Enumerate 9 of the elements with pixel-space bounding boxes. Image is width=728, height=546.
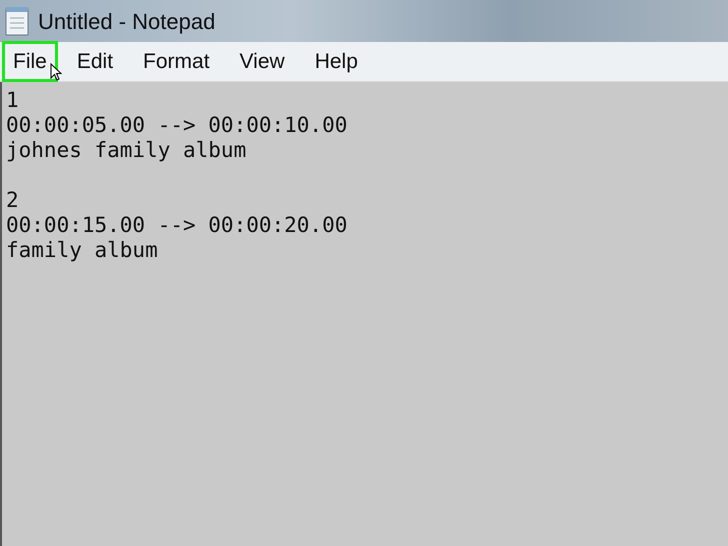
menu-item[interactable]: Edit	[66, 40, 124, 82]
menu-item[interactable]: Help	[304, 40, 369, 82]
menu-item[interactable]: Format	[132, 40, 221, 82]
menu-item[interactable]: View	[228, 40, 296, 82]
text-area[interactable]: 1 00:00:05.00 --> 00:00:10.00 johnes family album 2 00:00:15.00 --> 00:00:20.00 family album	[0, 82, 728, 546]
cursor-icon	[50, 62, 62, 81]
notepad-icon	[4, 6, 30, 36]
document-text: 1 00:00:05.00 --> 00:00:10.00 johnes family album 2 00:00:15.00 --> 00:00:20.00 family album	[6, 88, 348, 263]
window-title: Untitled - Notepad	[38, 8, 216, 36]
